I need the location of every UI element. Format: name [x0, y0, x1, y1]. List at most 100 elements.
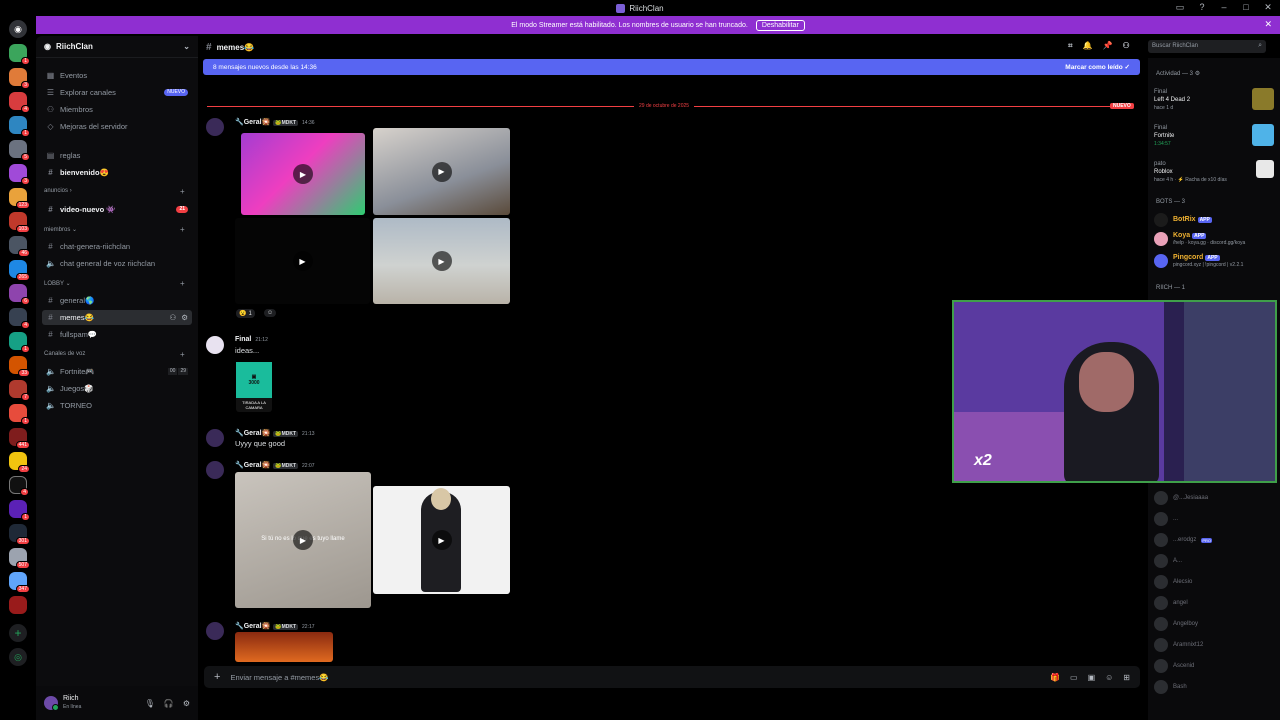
category-voz[interactable]: Canales de voz +: [44, 350, 185, 359]
avatar[interactable]: [206, 622, 224, 640]
avatar[interactable]: [44, 696, 59, 711]
video-attachment[interactable]: ▶: [241, 133, 365, 215]
settings-gear-icon[interactable]: ⚙: [183, 699, 190, 708]
member-item[interactable]: angel: [1154, 596, 1188, 610]
gear-icon[interactable]: ⚙: [181, 313, 188, 322]
video-attachment[interactable]: ▶: [373, 486, 510, 594]
channel-torneo[interactable]: 🔈 TORNEO: [42, 398, 192, 413]
server-icon[interactable]: [9, 596, 27, 614]
sticker[interactable]: ▣ 3000 TIRADA A LA CAMARA: [236, 362, 272, 412]
author-name[interactable]: Final: [235, 336, 251, 343]
channel-chat-voz[interactable]: 🔈 chat general de voz riichclan: [42, 256, 192, 271]
server-icon[interactable]: 507: [9, 548, 30, 569]
close-window-button[interactable]: ✕: [1262, 2, 1274, 13]
server-icon[interactable]: 103: [9, 212, 30, 233]
boosts-item[interactable]: ◇ Mejoras del servidor: [42, 119, 192, 134]
invite-icon[interactable]: ⚇: [170, 313, 177, 322]
events-item[interactable]: ▦ Eventos: [42, 68, 192, 83]
server-icon[interactable]: 7: [9, 380, 30, 401]
avatar[interactable]: [206, 461, 224, 479]
play-icon[interactable]: ▶: [293, 164, 313, 184]
server-icon[interactable]: 3: [9, 164, 30, 185]
activity-card[interactable]: pato Roblox hace 4 h · ⚡ Racha de x10 dí…: [1154, 160, 1274, 184]
add-reaction-icon[interactable]: ☺: [264, 309, 277, 317]
add-channel-icon[interactable]: +: [180, 279, 185, 288]
server-icon[interactable]: 1: [9, 116, 30, 137]
reaction[interactable]: 😮 1: [236, 309, 255, 318]
member-item[interactable]: ...: [1154, 512, 1178, 526]
channel-fullspam[interactable]: # fullspam💬: [42, 327, 192, 342]
channel-fortnite[interactable]: 🔈 Fortnite🎮 00 29: [42, 364, 192, 379]
server-icon[interactable]: 6: [9, 284, 30, 305]
member-list-icon[interactable]: ⚇: [1122, 41, 1129, 51]
channel-juegos[interactable]: 🔈 Juegos🎲: [42, 381, 192, 396]
video-attachment[interactable]: ▶: [235, 218, 370, 304]
sticker-icon[interactable]: ▣: [1088, 673, 1096, 682]
play-icon[interactable]: ▶: [293, 530, 313, 550]
avatar[interactable]: [206, 429, 224, 447]
server-header[interactable]: ◉ RiichClan ⌄: [36, 36, 198, 58]
member-item[interactable]: Alecsio: [1154, 575, 1192, 589]
server-icon[interactable]: 265: [9, 260, 30, 281]
discord-home-icon[interactable]: ◉: [9, 20, 27, 38]
server-icon[interactable]: 33: [9, 356, 30, 377]
channel-reglas[interactable]: ▤ reglas: [42, 148, 192, 163]
channel-video-nuevo[interactable]: # video-nuevo 👾 21: [42, 202, 192, 217]
gift-icon[interactable]: 🎁: [1050, 673, 1060, 682]
image-attachment[interactable]: [235, 632, 333, 662]
server-icon[interactable]: 441: [9, 428, 30, 449]
video-attachment[interactable]: Si tú no es lo que es tuyo llame ▶: [235, 472, 371, 608]
server-icon[interactable]: 1: [9, 404, 30, 425]
channel-chat-genera[interactable]: # chat-genera-riichclan: [42, 239, 192, 254]
explore-icon[interactable]: ◎: [9, 648, 27, 666]
play-icon[interactable]: ▶: [431, 530, 452, 550]
disable-streamer-button[interactable]: Deshabilitar: [755, 19, 805, 31]
pin-icon[interactable]: 📌: [1102, 41, 1112, 51]
add-channel-icon[interactable]: +: [180, 225, 185, 234]
server-icon[interactable]: 347: [9, 572, 30, 593]
gif-icon[interactable]: ▭: [1070, 673, 1078, 682]
category-anuncios[interactable]: anuncios › +: [44, 187, 185, 196]
server-icon[interactable]: 123: [9, 188, 30, 209]
search-input[interactable]: Buscar RiichClan ⌕: [1148, 40, 1266, 53]
channel-memes[interactable]: # memes😂 ⚇ ⚙: [42, 310, 192, 325]
help-icon[interactable]: ?: [1196, 2, 1208, 13]
video-attachment[interactable]: ▶: [373, 128, 510, 215]
headphones-icon[interactable]: 🎧: [164, 699, 174, 708]
server-icon[interactable]: 1: [9, 500, 30, 521]
threads-icon[interactable]: ⌗: [1068, 41, 1073, 51]
avatar[interactable]: [206, 336, 224, 354]
mark-read-button[interactable]: Marcar como leído ✓: [1065, 63, 1130, 71]
play-icon[interactable]: ▶: [431, 161, 452, 182]
server-icon[interactable]: 3: [9, 68, 30, 89]
minimize-button[interactable]: –: [1218, 2, 1230, 13]
member-item[interactable]: @...Jesiaaaa: [1154, 491, 1208, 505]
member-bot[interactable]: BotRix APP: [1154, 213, 1212, 227]
category-lobby[interactable]: LOBBY ⌄ +: [44, 279, 185, 288]
member-item[interactable]: ...erodgz PRO: [1154, 533, 1213, 547]
category-miembros[interactable]: miembros ⌄ +: [44, 225, 185, 234]
member-item[interactable]: Aramnixt12: [1154, 638, 1203, 652]
close-banner-icon[interactable]: ✕: [1264, 19, 1272, 30]
server-icon[interactable]: 4: [9, 308, 30, 329]
add-server-icon[interactable]: +: [9, 624, 27, 642]
channel-bienvenido[interactable]: # bienvenido😍: [42, 165, 192, 180]
browse-channels-item[interactable]: ☰ Explorar canales NUEVO: [42, 85, 192, 100]
bell-icon[interactable]: 🔔: [1083, 41, 1093, 51]
author-name[interactable]: 🔧Geral🎇: [235, 462, 270, 469]
inbox-icon[interactable]: ▭: [1174, 2, 1186, 13]
member-item[interactable]: Bash: [1154, 680, 1187, 694]
activity-card[interactable]: Final Fortnite 1:34:57: [1154, 124, 1274, 148]
message-composer[interactable]: + Enviar mensaje a #memes😂 🎁 ▭ ▣ ☺ ⊞: [204, 666, 1140, 688]
apps-icon[interactable]: ⊞: [1123, 673, 1130, 682]
server-icon[interactable]: 1: [9, 44, 30, 65]
add-channel-icon[interactable]: +: [180, 350, 185, 359]
server-icon[interactable]: 5: [9, 140, 30, 161]
maximize-button[interactable]: □: [1240, 2, 1252, 13]
microphone-icon[interactable]: 🎙: [145, 699, 155, 708]
member-item[interactable]: A...: [1154, 554, 1182, 568]
author-name[interactable]: 🔧Geral🎇: [235, 119, 270, 126]
server-icon[interactable]: 301: [9, 524, 30, 545]
server-icon[interactable]: 46: [9, 236, 30, 257]
member-item[interactable]: Angelboy: [1154, 617, 1198, 631]
